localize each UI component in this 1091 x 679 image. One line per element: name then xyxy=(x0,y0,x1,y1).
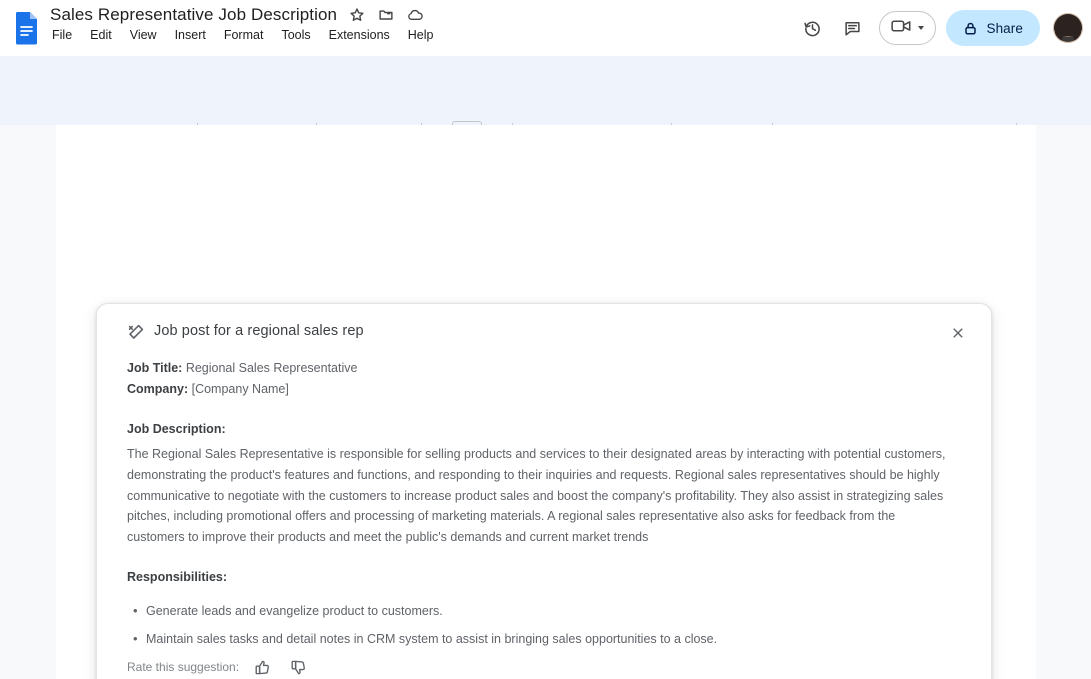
close-icon[interactable] xyxy=(946,321,970,345)
video-camera-icon xyxy=(891,18,912,39)
thumb-up-icon[interactable] xyxy=(249,654,275,679)
job-title-value: Regional Sales Representative xyxy=(182,361,357,375)
menu-item-edit[interactable]: Edit xyxy=(88,27,114,43)
join-meeting-button[interactable] xyxy=(879,11,936,45)
toolbar-band: 100% Normal text Arial − 10 + B xyxy=(0,56,1091,125)
share-button[interactable]: Share xyxy=(946,10,1040,46)
rate-label: Rate this suggestion: xyxy=(127,660,239,674)
dialog-title: Job post for a regional sales rep xyxy=(154,323,364,339)
menu-item-help[interactable]: Help xyxy=(406,27,436,43)
menu-item-insert[interactable]: Insert xyxy=(173,27,208,43)
job-description-heading: Job Description: xyxy=(127,422,947,436)
page-title[interactable]: Sales Representative Job Description xyxy=(50,5,337,25)
menu-bar: File Edit View Insert Format Tools Exten… xyxy=(50,27,436,43)
magic-pen-icon xyxy=(127,323,145,341)
suggestion-content: Job Title: Regional Sales Representative… xyxy=(127,358,947,648)
document-area: Job post for a regional sales rep Job Ti… xyxy=(0,125,1091,679)
job-title-label: Job Title: xyxy=(127,361,182,375)
document-title-row: Sales Representative Job Description xyxy=(50,5,424,25)
account-avatar[interactable] xyxy=(1053,13,1083,43)
rating-row: Rate this suggestion: xyxy=(127,654,311,679)
cloud-saved-icon[interactable] xyxy=(406,6,424,24)
share-label: Share xyxy=(986,21,1023,36)
company-line: Company: [Company Name] xyxy=(127,379,947,400)
ai-suggestion-dialog: Job post for a regional sales rep Job Ti… xyxy=(96,303,992,679)
list-item: Generate leads and evangelize product to… xyxy=(127,601,947,622)
job-description-body: The Regional Sales Representative is res… xyxy=(127,444,947,548)
menu-item-tools[interactable]: Tools xyxy=(279,27,312,43)
dialog-body[interactable]: Job Title: Regional Sales Representative… xyxy=(97,358,992,648)
menu-item-format[interactable]: Format xyxy=(222,27,266,43)
menu-item-view[interactable]: View xyxy=(128,27,159,43)
menu-item-file[interactable]: File xyxy=(50,27,74,43)
header-actions: Share xyxy=(795,0,1083,56)
responsibilities-list: Generate leads and evangelize product to… xyxy=(127,601,947,648)
version-history-icon[interactable] xyxy=(795,11,829,45)
company-value: [Company Name] xyxy=(188,382,289,396)
thumb-down-icon[interactable] xyxy=(285,654,311,679)
google-docs-window: Sales Representative Job Description Fil… xyxy=(0,0,1091,679)
chevron-down-icon xyxy=(918,26,924,30)
docs-file-icon[interactable] xyxy=(14,11,40,45)
lock-icon xyxy=(963,21,978,36)
dialog-header: Job post for a regional sales rep xyxy=(97,304,992,358)
menu-item-extensions[interactable]: Extensions xyxy=(327,27,392,43)
comment-history-icon[interactable] xyxy=(835,11,869,45)
company-label: Company: xyxy=(127,382,188,396)
job-title-line: Job Title: Regional Sales Representative xyxy=(127,358,947,379)
app-header: Sales Representative Job Description Fil… xyxy=(0,0,1091,56)
dialog-footer: Rate this suggestion: View another xyxy=(97,646,992,679)
responsibilities-heading: Responsibilities: xyxy=(127,570,947,584)
move-folder-icon[interactable] xyxy=(377,6,395,24)
star-icon[interactable] xyxy=(348,6,366,24)
